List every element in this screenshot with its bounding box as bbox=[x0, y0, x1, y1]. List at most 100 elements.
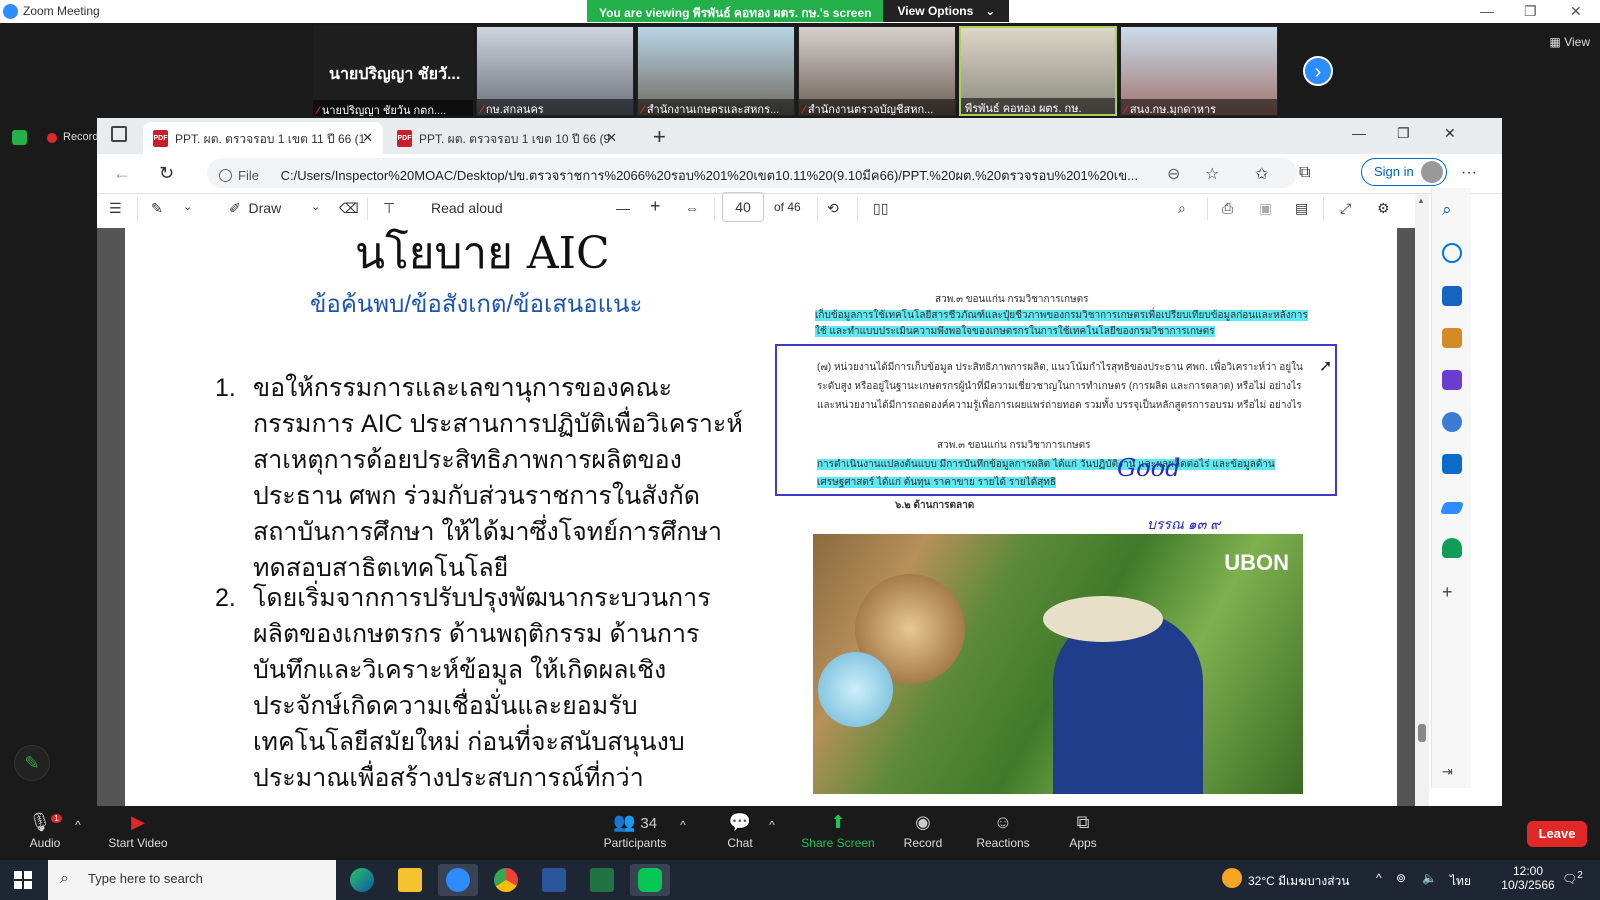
favorites-icon[interactable]: ✩ bbox=[1255, 164, 1268, 184]
highlighted-text: การดำเนินงานแปลงต้นแบบ มีการบันทึกข้อมูล… bbox=[817, 459, 1275, 488]
tools-icon[interactable] bbox=[1442, 328, 1462, 348]
participant-tile[interactable]: ⁄ สำนักงานตรวจบัญชีสหก... bbox=[798, 26, 956, 116]
notifications-icon[interactable]: 🗨2 bbox=[1562, 870, 1583, 886]
draw-button[interactable]: ✐ Draw bbox=[229, 200, 281, 217]
send-icon[interactable] bbox=[1439, 502, 1465, 514]
save-as-icon[interactable]: ▤ bbox=[1295, 200, 1308, 217]
microsoft365-icon[interactable] bbox=[1442, 412, 1462, 432]
restore-icon[interactable]: ❐ bbox=[1524, 3, 1537, 20]
outlook-icon[interactable] bbox=[1442, 454, 1462, 474]
taskbar-edge[interactable] bbox=[342, 864, 382, 896]
fit-page-icon[interactable]: ⇔ bbox=[685, 200, 699, 216]
participants-options-caret[interactable]: ^ bbox=[663, 818, 703, 832]
page-view-icon[interactable]: ▯▯ bbox=[873, 200, 888, 217]
participant-tile[interactable]: ⁄ กษ.สกลนคร bbox=[476, 26, 634, 116]
page-number-input[interactable]: 40 bbox=[722, 192, 764, 222]
collections-icon[interactable]: ⧉ bbox=[1299, 164, 1310, 182]
close-icon[interactable]: ✕ bbox=[606, 130, 617, 146]
contents-icon[interactable]: ☰ bbox=[109, 200, 122, 217]
taskbar-search[interactable]: ⌕ Type here to search bbox=[48, 860, 336, 900]
read-aloud-button[interactable]: Read aloud bbox=[431, 200, 503, 216]
search-icon[interactable]: ⌕ bbox=[1178, 200, 1186, 217]
address-bar-row: ← ↻ File C:/Users/Inspector%20MOAC/Deskt… bbox=[97, 154, 1502, 194]
address-bar[interactable]: File C:/Users/Inspector%20MOAC/Desktop/ป… bbox=[207, 158, 1297, 188]
hide-sidebar-icon[interactable]: ⇥ bbox=[1442, 764, 1462, 784]
participant-name: กษ.สกลนคร bbox=[485, 104, 544, 115]
rotate-icon[interactable]: ⟲ bbox=[827, 200, 839, 217]
reactions-button[interactable]: ☺ Reactions bbox=[963, 812, 1043, 850]
annotate-button[interactable]: ✎ bbox=[14, 745, 50, 781]
sign-in-button[interactable]: Sign in bbox=[1361, 158, 1447, 186]
taskbar-word[interactable] bbox=[534, 864, 574, 896]
minimize-icon[interactable]: — bbox=[1352, 125, 1366, 141]
input-language[interactable]: ไทย bbox=[1450, 872, 1471, 891]
participant-tile-active-speaker[interactable]: พีรพันธ์ คอทอง ผตร. กษ. bbox=[959, 26, 1117, 116]
participant-tile[interactable]: ⁄ สนง.กษ.มุกดาหาร bbox=[1120, 26, 1278, 116]
highlight-icon[interactable]: ✎ bbox=[151, 200, 163, 217]
pdf-viewport[interactable]: นโยบาย AIC ข้อค้นพบ/ข้อสังเกต/ข้อเสนอแนะ… bbox=[97, 228, 1415, 806]
close-icon[interactable]: ✕ bbox=[1444, 125, 1456, 142]
scroll-up-icon[interactable]: ▲ bbox=[1417, 196, 1425, 205]
participant-strip: นายปริญญา ชัยวั... ⁄ นายปริญญา ชัยวัน กตก… bbox=[0, 23, 1600, 118]
chat-options-caret[interactable]: ^ bbox=[752, 818, 792, 832]
audio-options-caret[interactable]: ^ bbox=[58, 818, 98, 832]
excel-icon bbox=[590, 868, 614, 892]
apps-button[interactable]: ⧉ Apps bbox=[1043, 812, 1123, 850]
new-tab-button[interactable]: + bbox=[653, 124, 666, 150]
zoom-out-icon[interactable]: ⊖ bbox=[1167, 164, 1180, 184]
view-options-button[interactable]: View Options ⌄ bbox=[883, 0, 1010, 22]
participant-tile[interactable]: ⁄ สำนักงานเกษตรและสหกร... bbox=[637, 26, 795, 116]
inserted-document-snippet: สวพ.๓ ขอนแก่น กรมวิชาการเกษตร เก็บข้อมูล… bbox=[775, 292, 1345, 532]
taskbar-line[interactable] bbox=[630, 864, 670, 896]
network-icon[interactable]: ⊚ bbox=[1396, 871, 1406, 885]
scroll-thumb[interactable] bbox=[1418, 724, 1426, 742]
games-icon[interactable] bbox=[1442, 370, 1462, 390]
tab-pdf-1[interactable]: PDF PPT. ผต. ตรวจรอบ 1 เขต 11 ปี 66 (1 ✕ bbox=[143, 122, 383, 154]
shopping-icon[interactable] bbox=[1442, 286, 1462, 306]
favorite-add-icon[interactable]: ☆ bbox=[1205, 164, 1219, 184]
restore-icon[interactable]: ❐ bbox=[1397, 125, 1410, 142]
participant-tile[interactable]: นายปริญญา ชัยวั... ⁄ นายปริญญา ชัยวัน กตก… bbox=[313, 26, 473, 116]
save-icon[interactable]: ▣ bbox=[1259, 200, 1272, 217]
more-menu-icon[interactable]: ··· bbox=[1461, 164, 1477, 182]
taskbar-excel[interactable] bbox=[582, 864, 622, 896]
back-icon[interactable]: ← bbox=[113, 163, 131, 184]
vertical-scrollbar[interactable]: ▲ bbox=[1415, 194, 1429, 806]
text-icon[interactable]: ⊤ bbox=[383, 200, 395, 217]
zoom-in-button[interactable]: + bbox=[650, 196, 661, 217]
taskbar-chrome[interactable] bbox=[486, 864, 526, 896]
minimize-icon[interactable]: — bbox=[1480, 3, 1494, 19]
add-icon[interactable]: + bbox=[1442, 582, 1462, 602]
record-button[interactable]: ◉ Record bbox=[883, 812, 963, 850]
chevron-down-icon[interactable]: ⌄ bbox=[311, 200, 320, 213]
participant-namebar: ⁄ กษ.สกลนคร bbox=[477, 99, 633, 115]
settings-icon[interactable]: ⚙ bbox=[1377, 200, 1390, 217]
zoom-out-button[interactable]: — bbox=[616, 200, 630, 216]
eraser-icon[interactable]: ⌫ bbox=[339, 200, 359, 217]
close-icon[interactable]: ✕ bbox=[362, 130, 373, 146]
refresh-icon[interactable]: ↻ bbox=[159, 163, 174, 184]
weather-text[interactable]: 32°C มีเมฆบางส่วน bbox=[1248, 872, 1349, 891]
taskbar-zoom[interactable] bbox=[438, 864, 478, 896]
next-participants-button[interactable]: › bbox=[1303, 56, 1333, 86]
search-icon[interactable]: ⌕ bbox=[1442, 200, 1462, 220]
video-off-icon: ▶ bbox=[131, 812, 145, 832]
close-icon[interactable]: ✕ bbox=[1570, 3, 1582, 20]
start-video-button[interactable]: ▶ Start Video bbox=[98, 812, 178, 850]
view-button[interactable]: ▦ View bbox=[1550, 35, 1590, 49]
clock[interactable]: 12:00 10/3/2566 bbox=[1498, 864, 1558, 892]
print-icon[interactable]: ⎙ bbox=[1222, 200, 1233, 217]
tab-actions-icon[interactable] bbox=[111, 126, 127, 142]
tab-pdf-2[interactable]: PDF PPT. ผต. ตรวจรอบ 1 เขต 10 ปี 66 (9 ✕ bbox=[387, 122, 627, 154]
chevron-down-icon[interactable]: ⌄ bbox=[183, 200, 192, 213]
taskbar-explorer[interactable] bbox=[390, 864, 430, 896]
share-screen-button[interactable]: ⬆ Share Screen bbox=[793, 812, 883, 850]
chevron-up-icon[interactable]: ^ bbox=[1376, 871, 1382, 885]
volume-icon[interactable]: 🔈 bbox=[1422, 871, 1437, 885]
fullscreen-icon[interactable]: ⤢ bbox=[1340, 200, 1351, 217]
bing-icon[interactable] bbox=[1442, 243, 1462, 263]
windows-start-icon[interactable] bbox=[14, 871, 32, 889]
tree-icon[interactable] bbox=[1442, 538, 1462, 558]
site-info[interactable]: File bbox=[219, 168, 259, 183]
leave-button[interactable]: Leave bbox=[1527, 821, 1587, 847]
